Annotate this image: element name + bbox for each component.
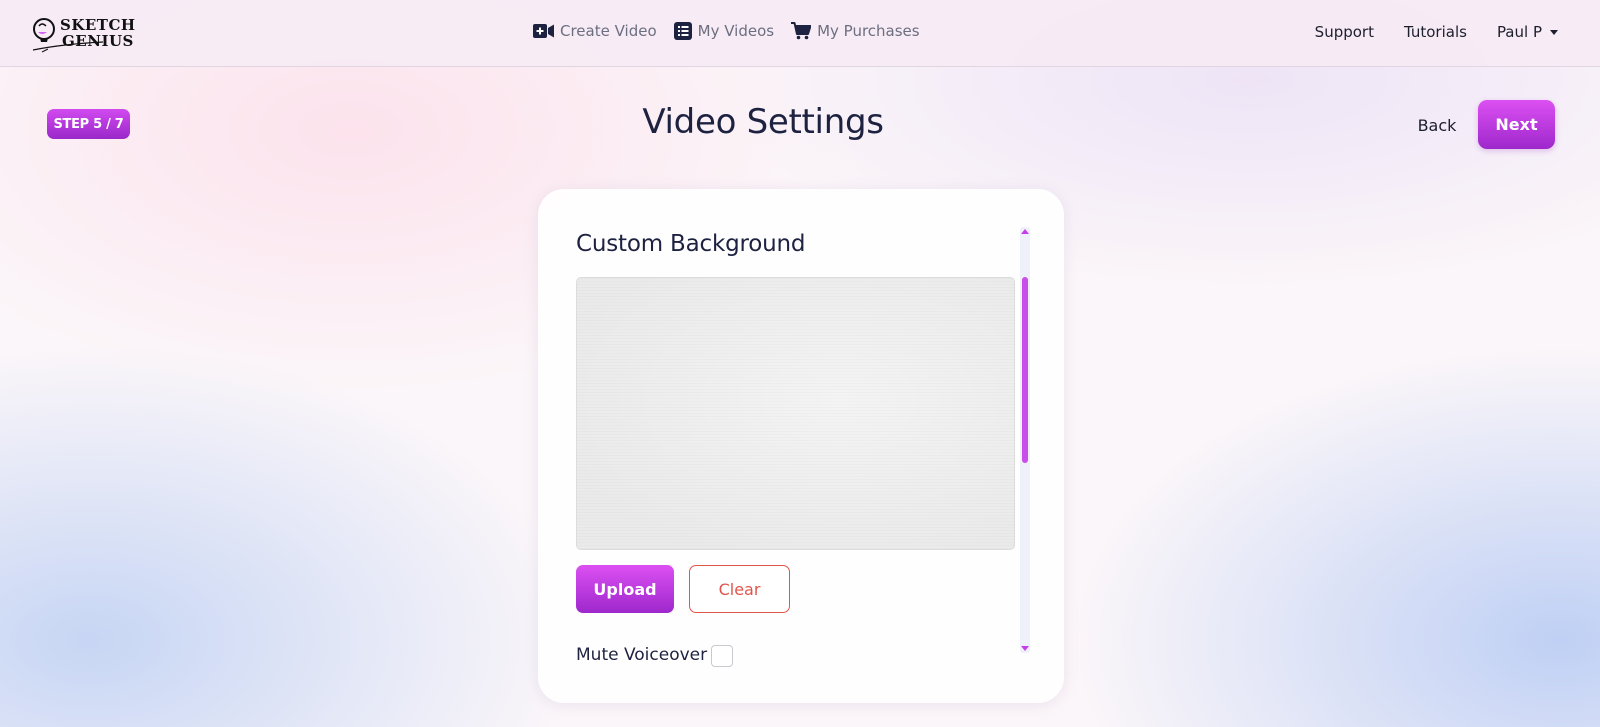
logo-line-2: GENIUS	[62, 32, 134, 50]
custom-background-heading: Custom Background	[576, 231, 806, 257]
clear-button[interactable]: Clear	[689, 565, 790, 613]
top-navbar: SKETCH GENIUS Create Video My Videos My …	[0, 0, 1600, 67]
upload-button[interactable]: Upload	[576, 565, 674, 613]
right-nav: Support Tutorials Paul P	[1315, 23, 1558, 41]
main-nav: Create Video My Videos My Purchases	[533, 22, 920, 40]
mute-voiceover-label: Mute Voiceover	[576, 645, 708, 665]
nav-create-video[interactable]: Create Video	[533, 22, 657, 40]
mute-voiceover-checkbox[interactable]	[711, 645, 734, 667]
cart-icon	[791, 22, 812, 40]
caret-down-icon	[1550, 29, 1558, 35]
nav-my-videos-label: My Videos	[697, 22, 775, 40]
nav-my-videos[interactable]: My Videos	[673, 22, 775, 40]
sketch-genius-logo[interactable]: SKETCH GENIUS	[30, 12, 145, 56]
list-icon	[673, 22, 692, 40]
nav-create-video-label: Create Video	[560, 22, 657, 40]
nav-support-link[interactable]: Support	[1315, 23, 1374, 41]
card-scrollbar[interactable]	[1020, 227, 1030, 653]
nav-tutorials-link[interactable]: Tutorials	[1404, 23, 1467, 41]
settings-card: Custom Background Upload Clear Mute Voic…	[538, 189, 1064, 703]
user-name: Paul P	[1496, 23, 1542, 41]
mute-voiceover-row: Mute Voiceover	[576, 644, 734, 668]
scrollbar-thumb[interactable]	[1022, 277, 1028, 463]
nav-my-purchases-label: My Purchases	[817, 22, 920, 40]
back-button[interactable]: Back	[1404, 112, 1470, 138]
video-camera-icon	[533, 24, 554, 38]
scroll-down-arrow-icon[interactable]	[1021, 646, 1029, 651]
nav-my-purchases[interactable]: My Purchases	[791, 22, 920, 40]
user-menu-dropdown[interactable]: Paul P	[1497, 23, 1558, 41]
logo-wordmark: SKETCH GENIUS	[60, 12, 136, 49]
scroll-up-arrow-icon[interactable]	[1021, 229, 1029, 234]
background-preview	[576, 277, 1015, 550]
next-button[interactable]: Next	[1478, 100, 1555, 149]
page-title: Video Settings	[642, 102, 884, 142]
logo-line-1: SKETCH	[60, 16, 136, 34]
